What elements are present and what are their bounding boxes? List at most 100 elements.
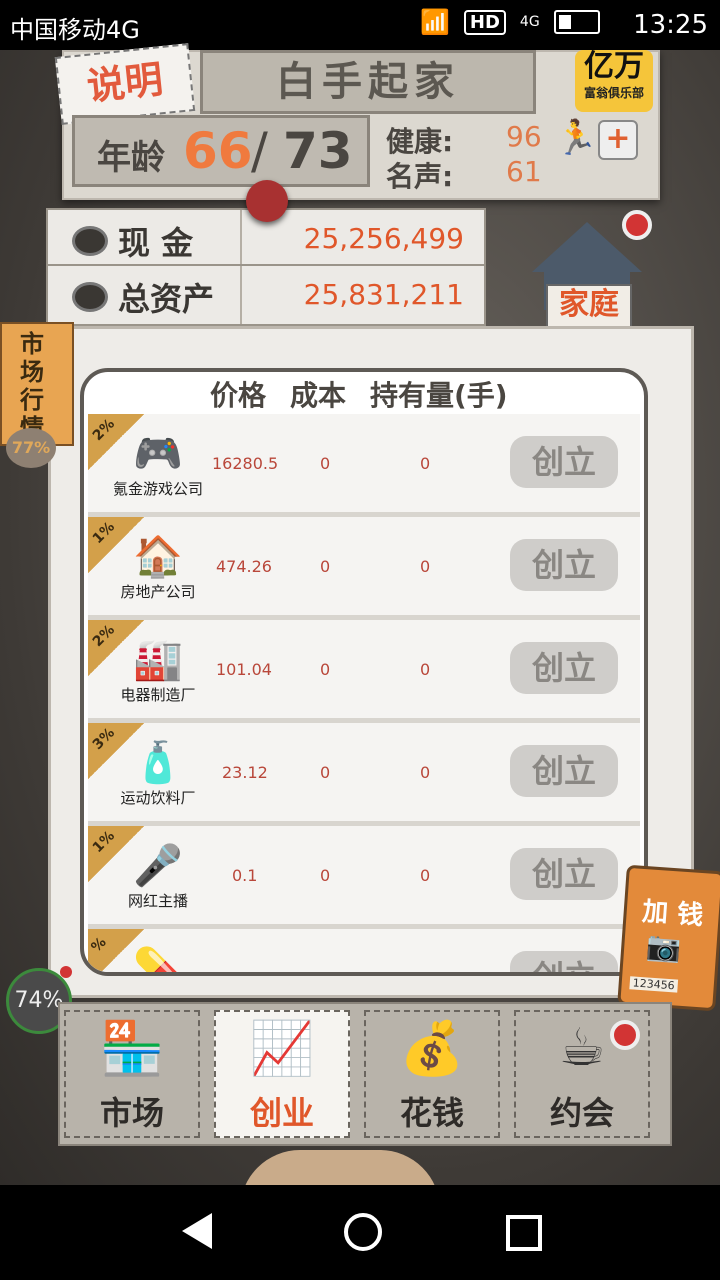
camera-icon: 📷 — [645, 929, 683, 965]
family-button[interactable]: 家庭 — [522, 210, 652, 332]
nav-spend-label: 花钱 — [399, 1094, 464, 1132]
cash-value: 25,256,499 — [303, 222, 464, 255]
price-cell: 16280.5 — [212, 454, 279, 473]
nav-spend[interactable]: 💰 花钱 — [364, 1010, 500, 1138]
clock: 13:25 — [633, 10, 708, 40]
game-title: 白手起家 — [200, 50, 536, 114]
assets-value: 25,831,211 — [303, 278, 464, 311]
market-trend-percent: 77% — [6, 428, 56, 468]
nav-market[interactable]: 🏪 市场 — [64, 1010, 200, 1138]
found-button[interactable]: 创立 — [510, 745, 618, 797]
add-money-button[interactable]: 加 钱 📷 123456 — [617, 864, 720, 1012]
header-cost: 成本 — [290, 379, 347, 412]
home-icon[interactable] — [344, 1213, 382, 1251]
price-cell: 23.12 — [222, 763, 268, 782]
appliance-icon: 🏭 — [133, 637, 183, 683]
table-row: 2% 🎮 氪金游戏公司 16280.5 0 0 创立 — [88, 414, 640, 518]
cost-cell: 0 — [320, 866, 331, 885]
pill-icon: 💊 — [133, 946, 183, 976]
club-logo-main: 亿万 — [584, 49, 644, 84]
table-row: 3% 🧴 运动饮料厂 23.12 0 0 创立 — [88, 723, 640, 827]
header-holding: 持有量(手) — [370, 379, 508, 412]
gamepad-icon: 🎮 — [133, 431, 183, 477]
millionaire-club-logo[interactable]: 亿万 富翁俱乐部 — [575, 50, 653, 112]
nav-market-label: 市场 — [99, 1094, 164, 1132]
business-list[interactable]: 价格 成本 持有量(手) 2% 🎮 氪金游戏公司 16280.5 0 0 创立 … — [80, 368, 648, 976]
cost-cell: 0 — [320, 660, 331, 679]
table-header: 价格 成本 持有量(手) — [84, 372, 644, 414]
header-price: 价格 — [210, 379, 267, 412]
microphone-icon: 🎤 — [133, 843, 183, 889]
table-row: 1% 🎤 网红主播 0.1 0 0 创立 — [88, 826, 640, 930]
recent-apps-icon[interactable] — [506, 1215, 542, 1251]
nav-startup-label: 创业 — [249, 1094, 314, 1132]
market-trend-tab[interactable]: 市场行情 — [0, 322, 74, 446]
price-cell: 474.26 — [216, 557, 272, 576]
cash-label: 现 金 — [118, 224, 194, 262]
notification-dot — [610, 1020, 640, 1050]
age-current: 66 — [183, 122, 253, 180]
assets-panel: 总资产 25,831,211 — [46, 264, 486, 326]
market-trend-label: 市场行情 — [20, 330, 44, 442]
assets-label-group: 总资产 — [72, 274, 214, 320]
growth-chart-icon: 📈 — [249, 1019, 315, 1079]
hand-coins-icon: 💰 — [399, 1019, 465, 1079]
club-logo-sub: 富翁俱乐部 — [583, 86, 644, 100]
cost-cell: 0 — [320, 454, 331, 473]
notification-dot — [60, 966, 72, 978]
coin-icon — [72, 226, 108, 256]
divider — [240, 266, 242, 324]
age-box: 年龄 66 / 73 — [72, 115, 370, 187]
nav-dating[interactable]: ☕ 约会 — [514, 1010, 650, 1138]
add-money-label: 加 钱 — [641, 896, 705, 932]
price-cell: 101.04 — [216, 660, 272, 679]
back-icon[interactable] — [182, 1213, 212, 1249]
battery-icon — [553, 10, 600, 34]
family-label: 家庭 — [546, 284, 632, 328]
health-label: 健康: — [386, 125, 454, 158]
found-button[interactable]: 创立 — [510, 951, 618, 972]
health-value: 96 — [506, 120, 542, 153]
assets-label: 总资产 — [118, 280, 215, 318]
found-button[interactable]: 创立 — [510, 436, 618, 488]
system-nav-bar — [0, 1185, 720, 1280]
ticket-code: 123456 — [629, 976, 679, 993]
house-icon: 🏠 — [133, 534, 183, 580]
wifi-icon: 📶 — [420, 8, 450, 36]
holding-cell: 0 — [420, 866, 431, 885]
holding-cell: 0 — [420, 660, 431, 679]
found-button[interactable]: 创立 — [510, 848, 618, 900]
age-separator: / — [251, 122, 268, 180]
nav-dating-label: 约会 — [549, 1094, 614, 1132]
table-row: % 💊 创立 — [88, 929, 640, 976]
fame-value: 61 — [506, 155, 542, 188]
hd-badge: HD — [463, 9, 506, 35]
business-name: 网红主播 — [127, 892, 188, 910]
notification-dot — [622, 210, 652, 240]
price-cell: 0.1 — [232, 866, 258, 885]
table-row: 1% 🏠 房地产公司 474.26 0 0 创立 — [88, 517, 640, 621]
status-bar: 中国移动4G 📶 HD 4G 13:25 — [0, 0, 720, 50]
age-label: 年龄 — [97, 138, 165, 178]
carrier-label: 中国移动4G — [10, 16, 140, 44]
found-button[interactable]: 创立 — [510, 539, 618, 591]
divider — [240, 210, 242, 268]
holding-cell: 0 — [420, 557, 431, 576]
age-max: 73 — [283, 122, 353, 180]
bottom-nav: 🏪 市场 📈 创业 💰 花钱 ☕ 约会 — [58, 1002, 672, 1146]
business-name: 运动饮料厂 — [120, 789, 196, 807]
add-health-button[interactable]: + — [598, 120, 638, 160]
bottle-icon: 🧴 — [133, 740, 183, 786]
explain-button[interactable]: 说明 — [54, 43, 196, 125]
nav-startup[interactable]: 📈 创业 — [214, 1010, 350, 1138]
business-name: 电器制造厂 — [120, 686, 196, 704]
found-button[interactable]: 创立 — [510, 642, 618, 694]
business-name: 房地产公司 — [120, 583, 196, 601]
coin-stack-icon — [72, 282, 108, 312]
shop-icon: 🏪 — [99, 1019, 165, 1079]
cost-cell: 0 — [320, 763, 331, 782]
network-badge: 4G — [519, 14, 540, 30]
fame-label: 名声: — [386, 160, 454, 193]
pushpin-icon — [246, 180, 288, 222]
running-person-icon: 🏃 — [555, 118, 598, 158]
